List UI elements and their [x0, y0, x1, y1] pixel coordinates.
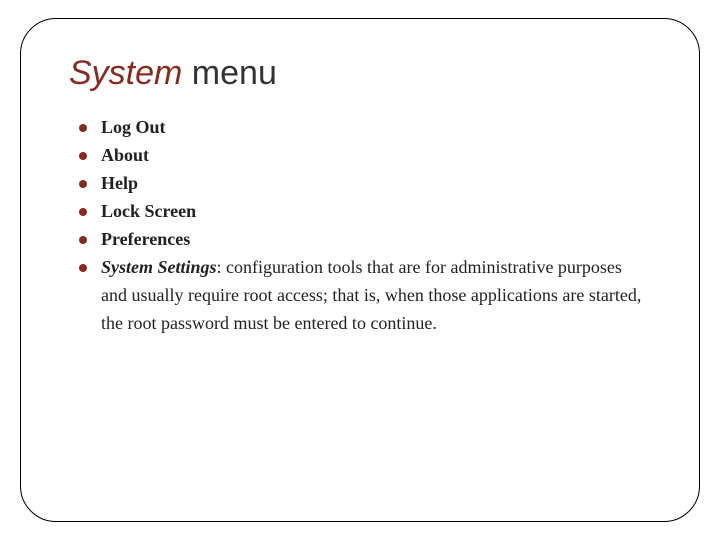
list-item: Log Out [75, 114, 651, 142]
list-item: Lock Screen [75, 198, 651, 226]
list-item: About [75, 142, 651, 170]
list-item: Help [75, 170, 651, 198]
list-item-text: Log Out [101, 117, 166, 137]
list-item-text: Lock Screen [101, 201, 196, 221]
title-rest: menu [182, 54, 277, 92]
list-item: System Settingsconfiguration tools that … [75, 254, 651, 338]
list-item: Preferences [75, 226, 651, 254]
list-item-text: About [101, 145, 149, 165]
slide-title: System menu [69, 55, 651, 92]
list-item-text: Preferences [101, 229, 190, 249]
bullet-list: Log Out About Help Lock Screen Preferences Sy… [69, 114, 651, 337]
title-emph: System [69, 54, 182, 92]
slide: System menu Log Out About Help Lock Screen P… [0, 0, 720, 540]
list-item-text: Help [101, 173, 138, 193]
slide-frame: System menu Log Out About Help Lock Screen P… [20, 18, 700, 522]
list-item-label: System Settings [101, 257, 226, 277]
